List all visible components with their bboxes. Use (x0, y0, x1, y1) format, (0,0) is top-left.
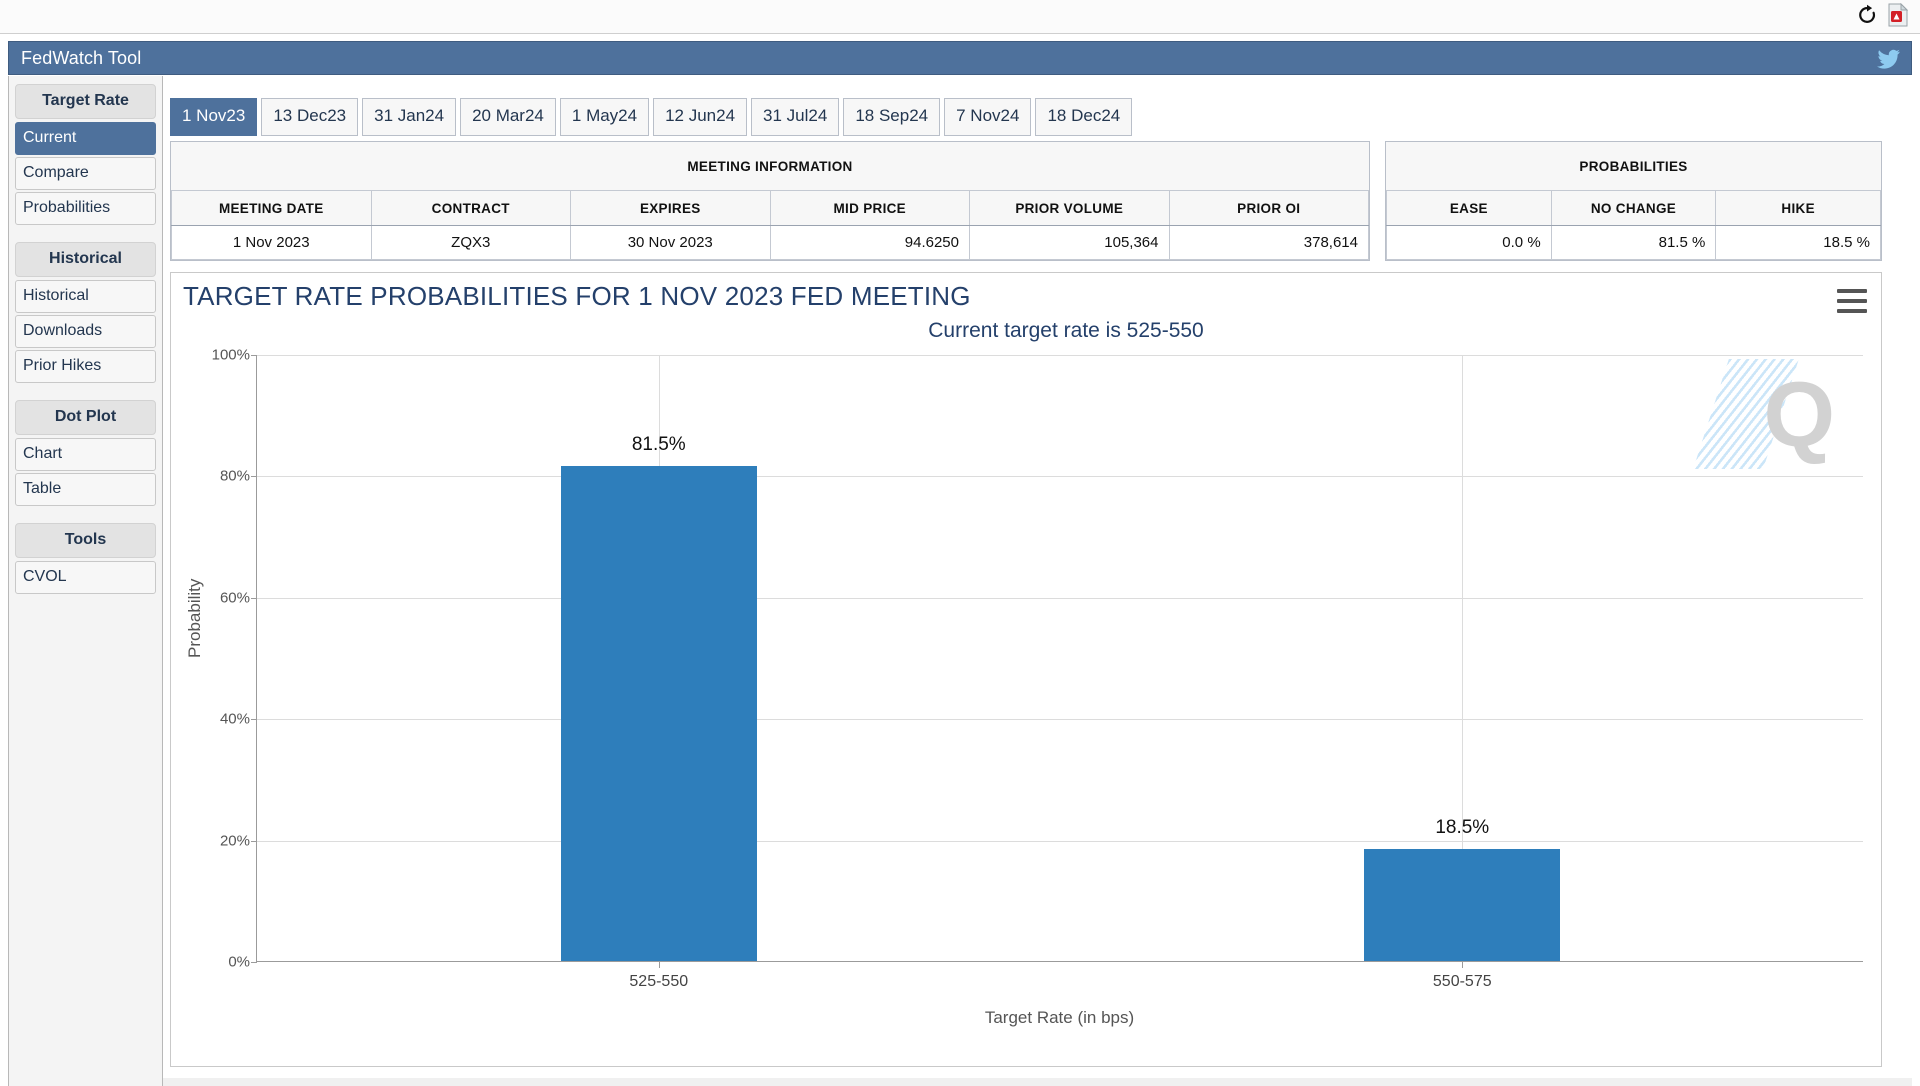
meeting-date-tabs: 1 Nov23 13 Dec23 31 Jan24 20 Mar24 1 May24 12… (170, 98, 1133, 136)
tab-18-dec24[interactable]: 18 Dec24 (1035, 98, 1133, 136)
chart-title: TARGET RATE PROBABILITIES FOR 1 NOV 2023… (183, 281, 971, 311)
x-axis-tick-mark (658, 961, 660, 968)
probabilities-caption: PROBABILITIES (1386, 142, 1881, 191)
tab-7-nov24[interactable]: 7 Nov24 (944, 98, 1032, 136)
cell-prior-volume: 105,364 (969, 225, 1170, 260)
tab-12-jun24[interactable]: 12 Jun24 (653, 98, 748, 136)
y-axis-tick-label: 0% (228, 953, 250, 971)
sidebar-item-table[interactable]: Table (15, 473, 156, 506)
sidebar-item-current[interactable]: Current (15, 122, 156, 155)
sidebar-group-dot-plot: Dot Plot (15, 400, 156, 435)
table-row: 0.0 % 81.5 % 18.5 % (1386, 225, 1881, 260)
gridline (257, 597, 1863, 599)
cell-expires: 30 Nov 2023 (570, 225, 771, 260)
tab-18-sep24[interactable]: 18 Sep24 (843, 98, 941, 136)
sidebar-item-prior-hikes[interactable]: Prior Hikes (15, 350, 156, 383)
sidebar-item-cvol[interactable]: CVOL (15, 561, 156, 594)
hamburger-menu-icon[interactable] (1837, 289, 1867, 313)
cell-no-change: 81.5 % (1550, 225, 1717, 260)
col-ease: EASE (1386, 190, 1552, 226)
y-axis-tick-mark (251, 840, 257, 842)
col-contract: CONTRACT (370, 190, 571, 226)
main-content: 1 Nov23 13 Dec23 31 Jan24 20 Mar24 1 May24 12… (163, 76, 1912, 1086)
y-axis-tick-label: 60% (219, 589, 250, 607)
y-axis-tick-label: 40% (219, 710, 250, 728)
app-title: FedWatch Tool (21, 48, 142, 68)
sidebar-item-chart[interactable]: Chart (15, 438, 156, 471)
sidebar-group-tools: Tools (15, 523, 156, 558)
col-hike: HIKE (1715, 190, 1881, 226)
chart-card: TARGET RATE PROBABILITIES FOR 1 NOV 2023… (170, 272, 1882, 1067)
tab-13-dec23[interactable]: 13 Dec23 (261, 98, 359, 136)
y-axis-tick-mark (251, 962, 257, 963)
col-mid-price: MID PRICE (769, 190, 970, 226)
probabilities-table: PROBABILITIES EASE NO CHANGE HIKE 0.0 % … (1386, 142, 1881, 260)
y-axis-tick-label: 80% (219, 467, 250, 485)
meeting-information-table: MEETING INFORMATION MEETING DATE CONTRAC… (171, 142, 1369, 260)
tab-20-mar24[interactable]: 20 Mar24 (460, 98, 556, 136)
col-prior-volume: PRIOR VOLUME (969, 190, 1170, 226)
table-header-row: MEETING DATE CONTRACT EXPIRES MID PRICE … (171, 190, 1369, 226)
y-axis-tick-mark (251, 355, 257, 356)
tab-31-jul24[interactable]: 31 Jul24 (751, 98, 840, 136)
browser-toolbar (0, 0, 1920, 34)
table-header-row: EASE NO CHANGE HIKE (1386, 190, 1881, 226)
chart-subtitle: Current target rate is 525-550 (928, 319, 1204, 342)
col-no-change: NO CHANGE (1550, 190, 1717, 226)
y-axis-tick-label: 20% (219, 832, 250, 850)
app-title-bar: FedWatch Tool (8, 41, 1912, 75)
x-axis-tick-mark (1462, 961, 1464, 968)
sidebar-item-probabilities[interactable]: Probabilities (15, 192, 156, 225)
meeting-information-panel: MEETING INFORMATION MEETING DATE CONTRAC… (170, 141, 1370, 261)
y-axis-tick-label: 100% (211, 346, 250, 364)
bar[interactable] (560, 466, 757, 961)
probabilities-panel: PROBABILITIES EASE NO CHANGE HIKE 0.0 % … (1385, 141, 1882, 261)
y-axis-tick-mark (251, 719, 257, 721)
cell-meeting-date: 1 Nov 2023 (171, 225, 372, 260)
cell-contract: ZQX3 (370, 225, 571, 260)
tab-1-may24[interactable]: 1 May24 (559, 98, 650, 136)
tab-31-jan24[interactable]: 31 Jan24 (362, 98, 457, 136)
cell-ease: 0.0 % (1386, 225, 1552, 260)
x-axis-label: Target Rate (in bps) (984, 1008, 1135, 1027)
tab-1-nov23[interactable]: 1 Nov23 (170, 98, 258, 136)
cell-prior-oi: 378,614 (1168, 225, 1369, 260)
y-axis-tick-mark (251, 597, 257, 599)
gridline (257, 476, 1863, 478)
table-row: 1 Nov 2023 ZQX3 30 Nov 2023 94.6250 105,… (171, 225, 1369, 260)
bar-chart-plot-area: 0% 20% 40% 60% 80% 100% 525-550 81.5% 550-575 18.… (212, 347, 1863, 990)
y-axis-tick-mark (251, 476, 257, 478)
sidebar: Target Rate Current Compare Probabilities Hi… (8, 76, 163, 1086)
col-meeting-date: MEETING DATE (171, 190, 372, 226)
col-prior-oi: PRIOR OI (1168, 190, 1369, 226)
bar[interactable] (1364, 848, 1561, 961)
gridline (257, 840, 1863, 842)
bar-data-label: 81.5% (631, 434, 686, 456)
refresh-icon[interactable] (1856, 4, 1878, 26)
col-expires: EXPIRES (570, 190, 771, 226)
cell-mid-price: 94.6250 (769, 225, 970, 260)
sidebar-group-target-rate: Target Rate (15, 84, 156, 119)
sidebar-item-historical[interactable]: Historical (15, 280, 156, 313)
cell-hike: 18.5 % (1715, 225, 1881, 260)
gridline (257, 355, 1863, 356)
sidebar-item-downloads[interactable]: Downloads (15, 315, 156, 348)
twitter-icon[interactable] (1877, 49, 1901, 71)
y-axis-label: Probability (185, 578, 204, 658)
horizontal-scrollbar[interactable] (163, 1078, 1912, 1086)
sidebar-group-historical: Historical (15, 242, 156, 277)
gridline (257, 719, 1863, 721)
x-axis-tick-label: 550-575 (1432, 973, 1492, 990)
x-axis-tick-label: 525-550 (629, 973, 689, 990)
bar-data-label: 18.5% (1435, 816, 1490, 838)
pdf-icon[interactable] (1888, 3, 1908, 27)
sidebar-item-compare[interactable]: Compare (15, 157, 156, 190)
meeting-information-caption: MEETING INFORMATION (171, 142, 1369, 191)
browser-toolbar-icons (1856, 3, 1908, 27)
